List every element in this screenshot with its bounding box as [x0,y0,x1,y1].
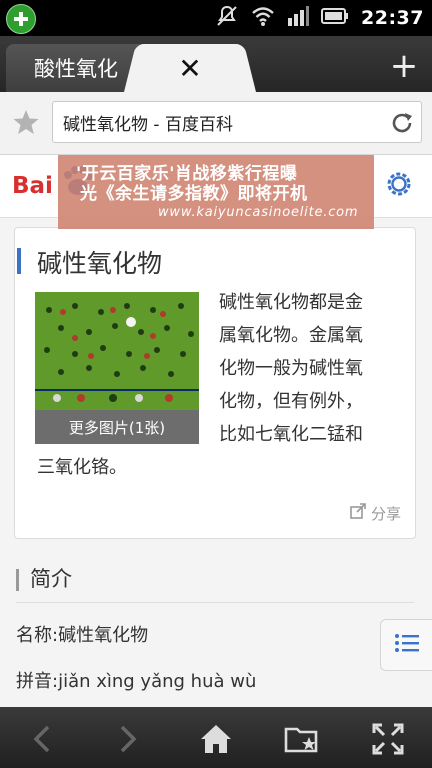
new-tab-button[interactable]: + [386,48,422,84]
table-of-contents-button[interactable] [380,619,432,671]
bookmark-star-icon[interactable] [12,108,40,136]
summary-card: 碱性氧化物 更多图片(1张) 碱性氧化物都是金 属氧化物。金属氧 化物一般为碱性… [14,227,416,539]
wifi-icon [251,5,275,31]
section-title-intro: 简介 [30,567,72,591]
info-pinyin: 拼音:jiǎn xìng yǎng huà wù [16,671,257,692]
more-images-label[interactable]: 更多图片(1张) [35,410,199,444]
summary-line-2: 属氧化物。金属氧 [219,325,363,346]
article-image[interactable]: 更多图片(1张) [35,292,199,444]
share-button[interactable]: 分享 [349,502,401,524]
article-title: 碱性氧化物 [37,249,163,278]
info-name: 名称:碱性氧化物 [16,625,149,646]
summary-line-4: 化物，但有例外， [219,391,363,412]
mute-icon [215,4,239,32]
url-text: 碱性氧化物 - 百度百科 [63,114,233,135]
crystal-structure-image [35,292,199,410]
url-input[interactable]: 碱性氧化物 - 百度百科 [52,101,422,143]
home-icon[interactable] [198,721,234,757]
bottom-toolbar [0,707,432,768]
fullscreen-icon[interactable] [370,721,406,757]
share-icon [349,502,367,524]
summary-line-3: 化物一般为碱性氧 [219,358,363,379]
share-label: 分享 [370,504,401,523]
summary-line-5: 比如七氧化二锰和 [219,424,363,445]
tab-bar: 酸性氧化 ✕ + [0,36,432,92]
baidu-logo[interactable]: Bai [12,173,53,199]
summary-line-1: 碱性氧化物都是金 [219,292,363,313]
watermark-line-2: 光《余生请多指教》即将开机 [80,184,308,204]
back-icon[interactable] [24,721,60,757]
clock: 22:37 [361,7,424,29]
watermark-overlay: '开云百家乐'肖战移紫行程曝 光《余生请多指教》即将开机 www.kaiyunc… [58,155,374,229]
section-accent-bar [16,569,19,591]
app-plus-icon [6,4,36,34]
tab-active[interactable]: ✕ [140,44,240,92]
section-divider [16,602,414,603]
watermark-url: www.kaiyuncasinoelite.com [158,205,359,220]
status-bar: 22:37 [0,0,432,36]
bookmarks-folder-icon[interactable] [284,721,320,757]
refresh-icon[interactable] [389,110,415,136]
list-icon [394,632,420,658]
close-tab-icon[interactable]: ✕ [178,52,201,85]
web-page: Bai '开云百家乐'肖战移紫行程曝 光《余生请多指教》即将开机 www.kai… [0,155,432,707]
settings-gear-icon[interactable] [384,169,414,199]
url-bar: 碱性氧化物 - 百度百科 [0,92,432,155]
signal-icon [287,6,310,30]
forward-icon[interactable] [110,721,146,757]
summary-line-6: 三氧化铬。 [37,457,127,478]
battery-icon [321,7,349,29]
title-accent-bar [17,248,21,274]
